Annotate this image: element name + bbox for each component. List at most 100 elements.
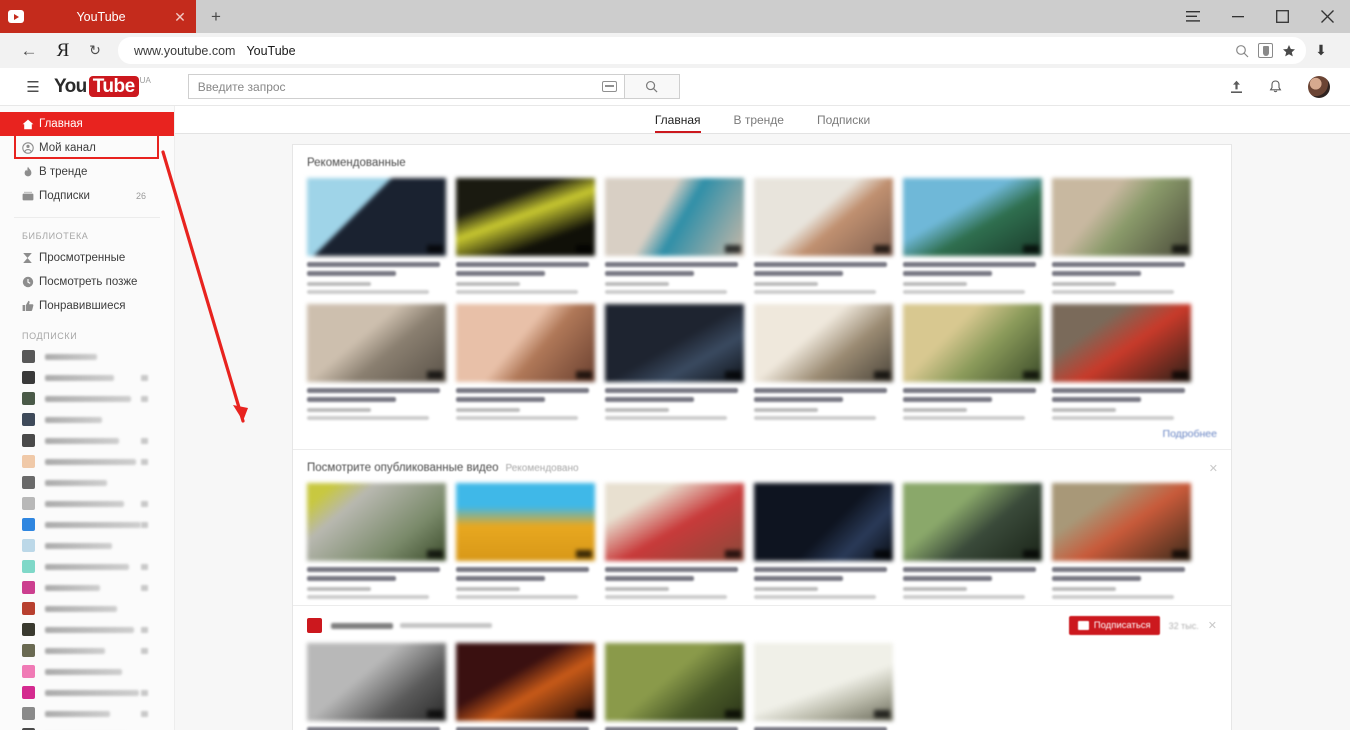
subscription-item[interactable] xyxy=(0,388,174,409)
video-card[interactable] xyxy=(605,304,744,420)
sidebar-item-history[interactable]: Просмотренные xyxy=(0,246,174,270)
close-window-icon[interactable] xyxy=(1305,0,1350,33)
subscription-item[interactable] xyxy=(0,598,174,619)
video-thumbnail[interactable] xyxy=(1052,178,1191,256)
reload-button[interactable]: ↻ xyxy=(80,36,110,66)
video-thumbnail[interactable] xyxy=(307,304,446,382)
video-thumbnail[interactable] xyxy=(307,483,446,561)
promo-close-icon[interactable]: ✕ xyxy=(1208,619,1217,632)
search-input[interactable]: Введите запрос xyxy=(187,74,625,99)
video-card[interactable] xyxy=(307,178,446,294)
subscription-item[interactable] xyxy=(0,514,174,535)
download-icon[interactable]: ⬇ xyxy=(1306,36,1336,66)
tab-trending[interactable]: В тренде xyxy=(734,113,784,133)
maximize-icon[interactable] xyxy=(1260,0,1305,33)
video-thumbnail[interactable] xyxy=(1052,483,1191,561)
video-card[interactable] xyxy=(456,178,595,294)
video-card[interactable] xyxy=(903,483,1042,599)
video-card[interactable] xyxy=(754,304,893,420)
video-thumbnail[interactable] xyxy=(903,304,1042,382)
video-thumbnail[interactable] xyxy=(605,483,744,561)
subscribe-button[interactable]: Подписаться xyxy=(1068,616,1160,635)
subscription-item[interactable] xyxy=(0,640,174,661)
bell-icon[interactable] xyxy=(1269,79,1282,94)
promo-channel-avatar-icon[interactable] xyxy=(307,618,322,633)
avatar[interactable] xyxy=(1308,75,1330,98)
sidebar-item-home[interactable]: Главная xyxy=(0,112,174,136)
video-card[interactable] xyxy=(456,304,595,420)
video-thumbnail[interactable] xyxy=(456,304,595,382)
subscription-item[interactable] xyxy=(0,493,174,514)
video-thumbnail[interactable] xyxy=(754,483,893,561)
tab-subscriptions[interactable]: Подписки xyxy=(817,113,870,133)
video-card[interactable] xyxy=(1052,483,1191,599)
video-card[interactable] xyxy=(605,483,744,599)
subscription-item[interactable] xyxy=(0,682,174,703)
subscription-item[interactable] xyxy=(0,535,174,556)
zoom-icon[interactable] xyxy=(1235,44,1249,58)
reader-icon[interactable] xyxy=(1258,43,1273,58)
video-thumbnail[interactable] xyxy=(307,178,446,256)
browser-tab-youtube[interactable]: YouTube ✕ xyxy=(0,0,196,33)
video-card[interactable] xyxy=(1052,304,1191,420)
video-card[interactable] xyxy=(1052,178,1191,294)
video-thumbnail[interactable] xyxy=(307,643,446,721)
video-thumbnail[interactable] xyxy=(605,178,744,256)
sidebar-item-trending[interactable]: В тренде xyxy=(0,160,174,184)
subscription-item[interactable] xyxy=(0,577,174,598)
video-card[interactable] xyxy=(754,483,893,599)
video-thumbnail[interactable] xyxy=(754,178,893,256)
video-card[interactable] xyxy=(903,304,1042,420)
subscription-item[interactable] xyxy=(0,661,174,682)
youtube-logo[interactable]: You Tube UA xyxy=(54,76,151,97)
subscription-item[interactable] xyxy=(0,472,174,493)
sidebar-item-my-channel[interactable]: Мой канал xyxy=(0,136,174,160)
back-button[interactable]: ← xyxy=(14,36,44,66)
subscription-item[interactable] xyxy=(0,430,174,451)
close-tab-icon[interactable]: ✕ xyxy=(172,10,188,24)
video-thumbnail[interactable] xyxy=(1052,304,1191,382)
video-thumbnail[interactable] xyxy=(456,178,595,256)
subscription-item[interactable] xyxy=(0,724,174,730)
video-thumbnail[interactable] xyxy=(754,643,893,721)
video-thumbnail[interactable] xyxy=(456,483,595,561)
sidebar-item-watch-later[interactable]: Посмотреть позже xyxy=(0,270,174,294)
video-thumbnail[interactable] xyxy=(605,304,744,382)
yandex-logo-icon[interactable]: Я xyxy=(52,40,74,62)
video-card[interactable] xyxy=(456,643,595,730)
subscription-item[interactable] xyxy=(0,346,174,367)
browser-menu-icon[interactable] xyxy=(1170,0,1215,33)
video-card[interactable] xyxy=(605,178,744,294)
video-thumbnail[interactable] xyxy=(754,304,893,382)
subscription-item[interactable] xyxy=(0,367,174,388)
video-thumbnail[interactable] xyxy=(903,178,1042,256)
subscription-item[interactable] xyxy=(0,451,174,472)
promo-channel-name[interactable] xyxy=(331,622,393,629)
subscription-item[interactable] xyxy=(0,703,174,724)
video-card[interactable] xyxy=(754,643,893,730)
video-card[interactable] xyxy=(307,483,446,599)
bookmark-star-icon[interactable] xyxy=(1282,44,1296,58)
sidebar-item-subscriptions[interactable]: Подписки 26 xyxy=(0,184,174,208)
video-thumbnail[interactable] xyxy=(456,643,595,721)
subscription-item[interactable] xyxy=(0,409,174,430)
upload-icon[interactable] xyxy=(1230,80,1243,94)
video-thumbnail[interactable] xyxy=(605,643,744,721)
video-card[interactable] xyxy=(307,304,446,420)
video-card[interactable] xyxy=(605,643,744,730)
guide-menu-icon[interactable]: ☰ xyxy=(22,78,44,96)
video-card[interactable] xyxy=(307,643,446,730)
sidebar-item-liked[interactable]: Понравившиеся xyxy=(0,294,174,318)
video-card[interactable] xyxy=(754,178,893,294)
subscription-item[interactable] xyxy=(0,556,174,577)
keyboard-icon[interactable] xyxy=(601,81,617,92)
subscription-item[interactable] xyxy=(0,619,174,640)
video-card[interactable] xyxy=(903,178,1042,294)
tab-home[interactable]: Главная xyxy=(654,113,701,133)
url-input[interactable]: www.youtube.com YouTube xyxy=(118,37,1306,64)
video-thumbnail[interactable] xyxy=(903,483,1042,561)
video-card[interactable] xyxy=(456,483,595,599)
minimize-icon[interactable] xyxy=(1215,0,1260,33)
new-tab-button[interactable]: + xyxy=(206,7,226,27)
search-button[interactable] xyxy=(624,74,680,99)
